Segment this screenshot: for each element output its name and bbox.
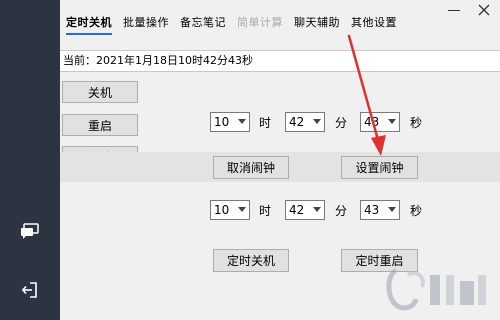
second-select-1[interactable]: 43: [360, 112, 400, 132]
hour-select-1[interactable]: 10: [210, 112, 250, 132]
close-icon: [478, 4, 490, 16]
second-select-2[interactable]: 43: [360, 200, 400, 220]
chevron-down-icon: [313, 119, 321, 124]
hour-unit-label: 时: [259, 116, 272, 130]
tab-simple-calc[interactable]: 简单计算: [237, 14, 283, 33]
minimize-button[interactable]: [444, 3, 464, 17]
left-sidebar: [0, 0, 60, 320]
close-button[interactable]: [474, 2, 494, 18]
main-window: 定时关机 批量操作 备忘笔记 简单计算 聊天辅助 其他设置 当前：2021年1月…: [60, 0, 500, 320]
tab-batch-operation[interactable]: 批量操作: [123, 14, 169, 33]
tab-timed-shutdown[interactable]: 定时关机: [66, 14, 112, 35]
tab-chat-assist[interactable]: 聊天辅助: [294, 14, 340, 33]
minute-unit-label-2: 分: [335, 204, 348, 218]
chevron-down-icon: [238, 207, 246, 212]
shutdown-button[interactable]: 关机: [62, 81, 138, 103]
tab-other-settings[interactable]: 其他设置: [351, 14, 397, 33]
logout-icon[interactable]: [18, 279, 42, 301]
hour-unit-label-2: 时: [259, 204, 272, 218]
watermark-logo: [386, 268, 486, 311]
minute-unit-label: 分: [335, 116, 348, 130]
tab-bar: 定时关机 批量操作 备忘笔记 简单计算 聊天辅助 其他设置: [66, 14, 408, 38]
minute-select-1[interactable]: 42: [285, 112, 325, 132]
chevron-down-icon: [388, 119, 396, 124]
cancel-alarm-button[interactable]: 取消闹钟: [213, 156, 289, 179]
chevron-down-icon: [388, 207, 396, 212]
set-alarm-button[interactable]: 设置闹钟: [341, 156, 418, 179]
chevron-down-icon: [313, 207, 321, 212]
second-unit-label-2: 秒: [410, 204, 423, 218]
restart-button[interactable]: 重启: [62, 114, 138, 136]
hour-select-2[interactable]: 10: [210, 200, 250, 220]
tab-memo-notes[interactable]: 备忘笔记: [180, 14, 226, 33]
timed-shutdown-button[interactable]: 定时关机: [213, 249, 289, 272]
second-unit-label: 秒: [410, 116, 423, 130]
current-time-display: 当前：2021年1月18日10时42分43秒: [60, 50, 500, 72]
minute-select-2[interactable]: 42: [285, 200, 325, 220]
chat-bubbles-icon[interactable]: [18, 220, 42, 242]
chevron-down-icon: [238, 119, 246, 124]
